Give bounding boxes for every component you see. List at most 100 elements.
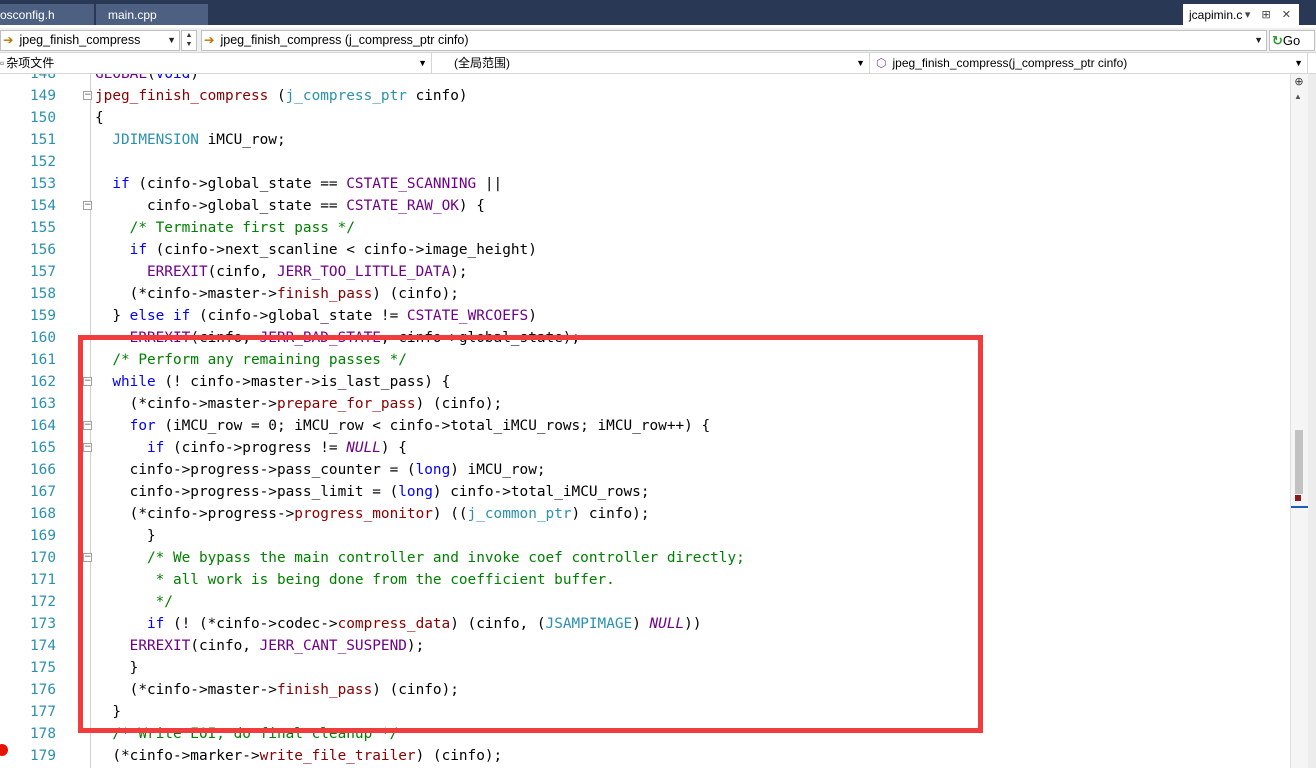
scroll-up-icon[interactable]: ▲ [1294,92,1302,101]
code-line[interactable]: 166 cinfo->progress->pass_counter = (lon… [0,459,1290,481]
code-text: if (cinfo->next_scanline < cinfo->image_… [129,242,537,258]
line-number: 168 [30,506,56,522]
code-line[interactable]: 175 } [0,657,1290,679]
line-number: 154 [30,198,56,214]
arrow-right-icon: ➔ [204,33,215,47]
code-text: (*cinfo->master->prepare_for_pass) (cinf… [95,396,503,412]
code-line[interactable]: 167 cinfo->progress->pass_limit = (long)… [0,481,1290,503]
code-line[interactable]: 152 [0,151,1290,173]
line-number: 149 [30,88,56,104]
code-line[interactable]: 169 } [0,525,1290,547]
code-line[interactable]: 172 */ [0,591,1290,613]
code-text: (*cinfo->marker->write_file_trailer) (ci… [95,748,503,764]
code-text: /* We bypass the main controller and inv… [95,550,745,566]
code-line[interactable]: 153 if (cinfo->global_state == CSTATE_SC… [0,173,1290,195]
line-number: 179 [30,748,56,764]
code-line[interactable]: 159 } else if (cinfo->global_state != CS… [0,305,1290,327]
code-line[interactable]: 177 } [0,701,1290,723]
signature-dropdown[interactable]: ➔ jpeg_finish_compress (j_compress_ptr ci… [201,30,1267,51]
line-number: 153 [30,176,56,192]
code-text: ERREXIT(cinfo, JERR_TOO_LITTLE_DATA); [146,264,468,280]
code-line[interactable]: 161 /* Perform any remaining passes */ [0,349,1290,371]
project-scope-value: 杂项文件 [6,56,55,70]
line-number: 171 [30,572,56,588]
chevron-down-icon[interactable]: ▼ [856,53,865,73]
function-dropdown[interactable]: ➔ jpeg_finish_compress ▼ [0,30,180,51]
code-line[interactable]: 157 ERREXIT(cinfo, JERR_TOO_LITTLE_DATA)… [0,261,1290,283]
collapse-toggle-icon[interactable]: − [83,377,92,386]
line-number: 161 [30,352,56,368]
scrollbar-thumb[interactable] [1295,430,1303,494]
collapse-toggle-icon[interactable]: − [83,443,92,452]
code-text: } [95,528,156,544]
line-number: 148 [30,74,56,82]
code-text: } else if (cinfo->global_state != CSTATE… [95,308,537,324]
code-text: GLOBAL(void) [95,74,199,82]
spin-button[interactable]: ▲ ▼ [181,30,197,51]
code-line[interactable]: 165 − if (cinfo->progress != NULL) { [0,437,1290,459]
code-line[interactable]: 171 * all work is being done from the co… [0,569,1290,591]
code-editor[interactable]: 148 GLOBAL(void) 149− jpeg_finish_compress… [0,74,1290,768]
code-line[interactable]: 155 /* Terminate first pass */ [0,217,1290,239]
go-button[interactable]: ↻Go [1269,30,1315,51]
line-number: 151 [30,132,56,148]
code-line[interactable]: 156 if (cinfo->next_scanline < cinfo->im… [0,239,1290,261]
chevron-down-icon[interactable]: ▼ [1254,31,1263,50]
code-line[interactable]: 150 { [0,107,1290,129]
signature-dropdown-value: jpeg_finish_compress (j_compress_ptr cin… [220,33,469,47]
line-number: 162 [30,374,56,390]
line-number: 174 [30,638,56,654]
code-line[interactable]: 173 if (! (*cinfo->codec->compress_data)… [0,613,1290,635]
code-line[interactable]: 163 (*cinfo->master->prepare_for_pass) (… [0,393,1290,415]
code-line[interactable]: 160 ERREXIT(cinfo, JERR_BAD_STATE, cinfo… [0,327,1290,349]
collapse-toggle-icon[interactable]: − [83,553,92,562]
breakpoint-marker [1295,495,1301,501]
code-line[interactable]: 176 (*cinfo->master->finish_pass) (cinfo… [0,679,1290,701]
code-text: while (! cinfo->master->is_last_pass) { [112,374,451,390]
code-line[interactable]: 174 ERREXIT(cinfo, JERR_CANT_SUSPEND); [0,635,1290,657]
member-scope-value: jpeg_finish_compress(j_compress_ptr cinf… [892,56,1128,70]
code-text: cinfo->progress->pass_limit = (long) cin… [95,484,650,500]
split-editor-icon[interactable]: ⊕ [1293,76,1305,88]
code-line[interactable]: 162 − while (! cinfo->master->is_last_pas… [0,371,1290,393]
chevron-down-icon[interactable]: ▼ [167,31,176,50]
chevron-down-icon[interactable]: ▼ [418,53,427,73]
code-line[interactable]: 151 JDIMENSION iMCU_row; [0,129,1290,151]
member-scope-dropdown[interactable]: ⬡ jpeg_finish_compress(j_compress_ptr cin… [872,53,1308,74]
code-line[interactable]: 168 (*cinfo->progress->progress_monitor)… [0,503,1290,525]
tab-jcapimin-c[interactable]: jcapimin.c ▾ ⊞ ✕ [1183,4,1299,27]
chevron-down-icon[interactable]: ▼ [1294,53,1303,73]
line-number: 160 [30,330,56,346]
code-text: (*cinfo->master->finish_pass) (cinfo); [95,682,459,698]
code-line[interactable]: 179 (*cinfo->marker->write_file_trailer)… [0,745,1290,767]
tab-actions-icon[interactable]: ▾ ⊞ ✕ [1245,4,1295,27]
line-number: 165 [30,440,56,456]
line-number: 173 [30,616,56,632]
code-line[interactable]: 148 GLOBAL(void) [0,74,1290,85]
code-line[interactable]: 149 − jpeg_finish_compress (j_compress_ptr… [0,85,1290,107]
tab-main-cpp[interactable]: main.cpp [96,4,208,27]
code-text: jpeg_finish_compress (j_compress_ptr cin… [95,88,468,104]
code-line[interactable]: 164 − for (iMCU_row = 0; iMCU_row < cinfo… [0,415,1290,437]
code-line[interactable]: 178 /* Write EOI, do final cleanup */ [0,723,1290,745]
project-scope-dropdown[interactable]: ▫ 杂项文件 ▼ [0,53,432,74]
tab-osconfig-h[interactable]: osconfig.h [0,4,94,27]
collapse-toggle-icon[interactable]: − [83,201,92,210]
global-scope-dropdown[interactable]: (全局范围) ▼ [434,53,870,74]
file-icon: ▫ [0,56,5,70]
line-number: 169 [30,528,56,544]
code-text: if (cinfo->progress != NULL) { [146,440,407,456]
code-text: * all work is being done from the coeffi… [95,572,615,588]
code-line[interactable]: 170 − /* We bypass the main controller an… [0,547,1290,569]
code-text: { [95,110,104,126]
tab-label: osconfig.h [0,8,55,22]
code-text: } [95,660,139,676]
code-text: ERREXIT(cinfo, JERR_BAD_STATE, cinfo->gl… [129,330,581,346]
code-line[interactable]: 154 − cinfo->global_state == CSTATE_RAW_O… [0,195,1290,217]
collapse-toggle-icon[interactable]: − [83,91,92,100]
line-number: 163 [30,396,56,412]
code-text: for (iMCU_row = 0; iMCU_row < cinfo->tot… [129,418,711,434]
vertical-scrollbar[interactable]: ⊕ ▲ [1290,74,1309,768]
collapse-toggle-icon[interactable]: − [83,421,92,430]
code-line[interactable]: 158 (*cinfo->master->finish_pass) (cinfo… [0,283,1290,305]
